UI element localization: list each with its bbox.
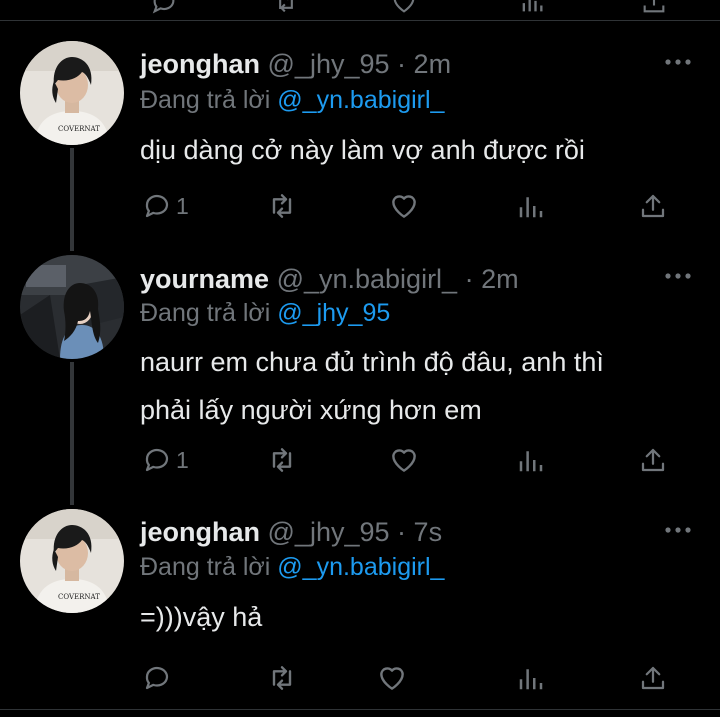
avatar[interactable]: COVERNAT (20, 41, 124, 145)
like-icon[interactable] (390, 0, 418, 18)
reply-count: 1 (176, 446, 189, 473)
views-button[interactable] (516, 662, 546, 694)
reply-icon (145, 194, 169, 218)
retweet-button[interactable] (266, 662, 298, 694)
share-button[interactable] (638, 444, 668, 476)
thread-connector (70, 148, 74, 251)
reply-count: 1 (176, 192, 189, 219)
share-icon (641, 666, 665, 690)
separator: · (397, 517, 407, 547)
like-button[interactable] (376, 662, 408, 694)
thread-connector (70, 362, 74, 505)
like-button[interactable] (388, 444, 420, 476)
tweet-text: dịu dàng cở này làm vợ anh được rồi (140, 126, 585, 174)
person-photo-icon: COVERNAT (20, 509, 124, 613)
replying-label: Đang trả lời (140, 299, 271, 327)
tweet-header: jeonghan @_jhy_95 · 2m (140, 47, 451, 81)
tweet-actions: 1 (140, 190, 680, 224)
share-button[interactable] (638, 190, 668, 222)
previous-tweet-actions (0, 0, 720, 14)
tweet-text: =)))vậy hả (140, 593, 262, 641)
person-photo-icon (20, 255, 124, 359)
avatar[interactable] (20, 255, 124, 359)
separator: · (464, 264, 474, 294)
replying-to: Đang trả lời @_yn.babigirl_ (140, 84, 444, 116)
tweet-text-line: =)))vậy hả (140, 602, 263, 632)
tweet-text: naurr em chưa đủ trình độ đâu, anh thì p… (140, 338, 604, 434)
more-options-icon[interactable] (664, 57, 692, 67)
thread-view: COVERNAT jeonghan @_jhy_95 · 2m Đang trả… (0, 0, 720, 717)
svg-text:COVERNAT: COVERNAT (58, 593, 100, 601)
timestamp[interactable]: 2m (414, 49, 452, 79)
replying-label: Đang trả lời (140, 86, 271, 114)
views-icon (519, 451, 543, 472)
tweet-actions (140, 662, 680, 696)
separator: · (397, 49, 407, 79)
replying-to: Đang trả lời @_yn.babigirl_ (140, 551, 444, 583)
tweet-header: yourname @_yn.babigirl_ · 2m (140, 262, 519, 296)
reply-icon (145, 666, 169, 690)
views-button[interactable] (516, 190, 546, 222)
tweet-text-line: naurr em chưa đủ trình độ đâu, anh thì (140, 347, 604, 377)
mention-link[interactable]: @_yn.babigirl_ (277, 553, 444, 581)
heart-icon (392, 195, 416, 218)
divider (0, 20, 720, 21)
display-name[interactable]: jeonghan (140, 517, 260, 547)
retweet-button[interactable] (266, 190, 298, 222)
svg-text:COVERNAT: COVERNAT (58, 125, 100, 133)
user-handle[interactable]: @_jhy_95 (268, 49, 390, 79)
reply-icon[interactable] (150, 0, 178, 18)
share-button[interactable] (638, 662, 668, 694)
reply-button[interactable]: 1 (142, 190, 189, 222)
display-name[interactable]: yourname (140, 264, 269, 294)
person-photo-icon: COVERNAT (20, 41, 124, 145)
user-handle[interactable]: @_jhy_95 (268, 517, 390, 547)
tweet-text-line: dịu dàng cở này làm vợ anh được rồi (140, 135, 585, 165)
avatar[interactable]: COVERNAT (20, 509, 124, 613)
like-button[interactable] (388, 190, 420, 222)
share-icon (641, 448, 665, 472)
timestamp[interactable]: 2m (481, 264, 519, 294)
mention-link[interactable]: @_yn.babigirl_ (277, 86, 444, 114)
share-icon[interactable] (640, 0, 668, 18)
views-button[interactable] (516, 444, 546, 476)
views-icon (519, 197, 543, 218)
timestamp[interactable]: 7s (414, 517, 443, 547)
divider (0, 709, 720, 710)
tweet-text-line: phải lấy người xứng hơn em (140, 395, 482, 425)
retweet-button[interactable] (266, 444, 298, 476)
heart-icon (380, 667, 404, 690)
views-icon (519, 669, 543, 690)
retweet-icon (272, 194, 292, 218)
replying-to: Đang trả lời @_jhy_95 (140, 297, 390, 329)
display-name[interactable]: jeonghan (140, 49, 260, 79)
share-icon (641, 194, 665, 218)
user-handle[interactable]: @_yn.babigirl_ (277, 264, 458, 294)
more-options-icon[interactable] (664, 525, 692, 535)
tweet-actions: 1 (140, 444, 680, 478)
retweet-icon (272, 448, 292, 472)
retweet-icon (272, 666, 292, 690)
reply-button[interactable] (142, 662, 176, 694)
heart-icon (392, 449, 416, 472)
views-icon[interactable] (518, 0, 546, 18)
retweet-icon[interactable] (272, 0, 300, 18)
reply-button[interactable]: 1 (142, 444, 189, 476)
replying-label: Đang trả lời (140, 553, 271, 581)
reply-icon (145, 448, 169, 472)
more-options-icon[interactable] (664, 271, 692, 281)
tweet-header: jeonghan @_jhy_95 · 7s (140, 515, 442, 549)
mention-link[interactable]: @_jhy_95 (277, 299, 390, 327)
